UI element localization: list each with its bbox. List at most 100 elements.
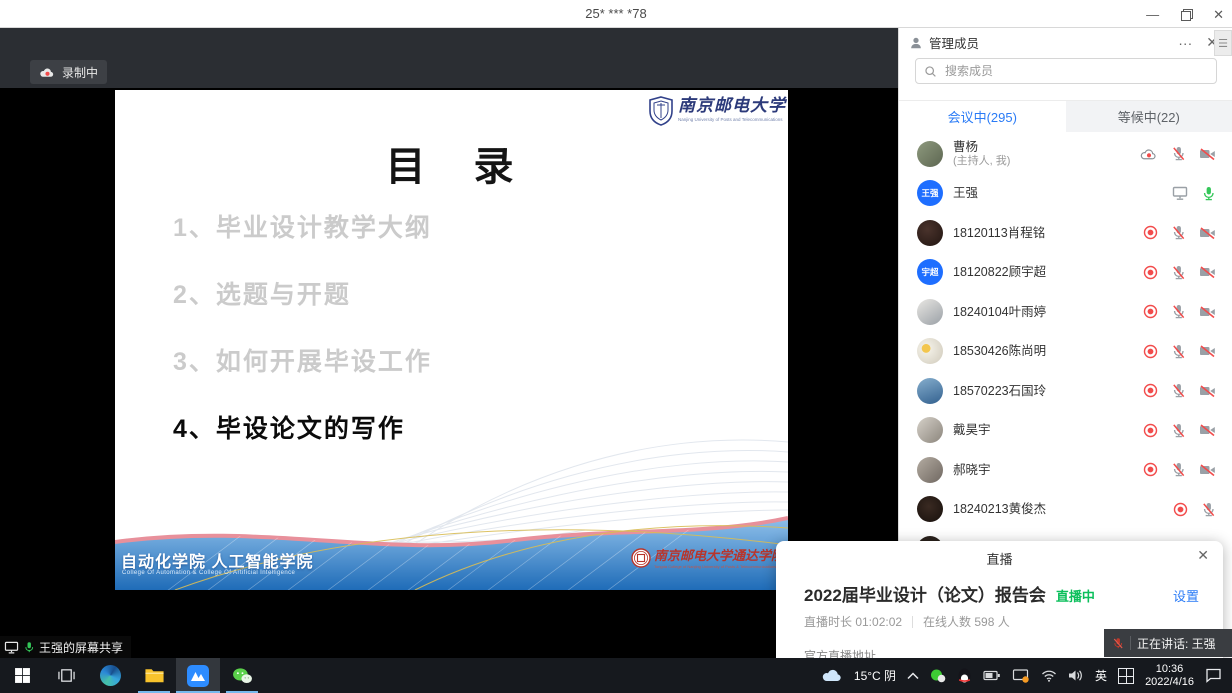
wifi-icon[interactable] <box>1041 670 1057 682</box>
member-row[interactable]: 宇超18120822顾宇超 <box>899 253 1232 293</box>
university-logo: 南京邮电大学 Nanjing University of Posts and T… <box>648 96 786 126</box>
mic-on-icon <box>23 641 35 654</box>
language-indicator[interactable]: 英 <box>1095 667 1107 684</box>
ime-icon[interactable] <box>1118 668 1134 684</box>
member-search-box[interactable] <box>915 58 1217 84</box>
member-name: 18530426陈尚明 <box>953 344 1143 358</box>
member-row[interactable]: 戴昊宇 <box>899 411 1232 451</box>
member-row[interactable]: 郝晓宇 <box>899 450 1232 490</box>
avatar <box>917 141 943 167</box>
member-name: 18120822顾宇超 <box>953 265 1143 279</box>
mic-muted-icon <box>1171 265 1186 280</box>
live-close-icon[interactable]: ✕ <box>1197 547 1209 564</box>
member-row[interactable]: 18530426陈尚明 <box>899 332 1232 372</box>
windows-start-icon <box>14 667 31 684</box>
panel-handle-icon[interactable]: ☰ <box>1214 30 1232 56</box>
avatar <box>917 457 943 483</box>
slide-title: 目 录 <box>115 134 788 192</box>
university-name-cn: 南京邮电大学 <box>678 96 786 116</box>
member-status-icons <box>1143 383 1216 398</box>
camera-muted-icon <box>1199 423 1216 437</box>
tab-in-meeting[interactable]: 会议中(295) <box>899 101 1066 132</box>
cast-icon[interactable] <box>1012 668 1030 683</box>
member-row[interactable]: 18240213黄俊杰 <box>899 490 1232 530</box>
member-name: 郝晓宇 <box>953 463 1143 477</box>
record-icon <box>1143 225 1158 240</box>
record-icon <box>1143 304 1158 319</box>
member-search-input[interactable] <box>943 63 1208 79</box>
live-panel-title: 直播 <box>776 549 1223 568</box>
tab-waiting[interactable]: 等候中(22) <box>1066 101 1232 132</box>
mic-muted-icon <box>1201 502 1216 517</box>
restore-icon[interactable] <box>1181 9 1191 19</box>
wechat-button[interactable] <box>220 658 264 693</box>
slide-item-text: 如何开展毕设工作 <box>216 348 432 376</box>
university-shield-icon <box>648 96 674 126</box>
slide-item: 3、如何开展毕设工作 <box>173 342 432 409</box>
screen-share-icon <box>1172 186 1188 201</box>
recording-badge-label: 录制中 <box>62 64 98 81</box>
file-explorer-button[interactable] <box>132 658 176 693</box>
action-center-icon[interactable] <box>1205 668 1222 683</box>
more-icon[interactable]: ··· <box>1174 35 1196 51</box>
avatar: 王强 <box>917 180 943 206</box>
qq-tray-icon[interactable] <box>957 668 972 684</box>
camera-muted-icon <box>1199 147 1216 161</box>
member-status-icons <box>1143 304 1216 319</box>
battery-icon[interactable] <box>983 669 1001 682</box>
meeting-app-icon <box>187 665 209 687</box>
taskbar-clock[interactable]: 10:36 2022/4/16 <box>1145 663 1194 689</box>
tray-chevron-icon[interactable] <box>907 672 919 680</box>
slide-item-number: 1、 <box>173 214 216 242</box>
member-status-icons <box>1172 186 1216 201</box>
slide-item-number: 2、 <box>173 281 216 309</box>
member-name: 王强 <box>953 186 1172 200</box>
member-row[interactable]: 王强王强 <box>899 174 1232 214</box>
member-row[interactable]: 曹杨(主持人, 我) <box>899 134 1232 174</box>
live-viewers: 在线人数 598 人 <box>923 613 1010 630</box>
members-panel-title: 管理成员 <box>929 33 979 52</box>
member-row[interactable]: 18240104叶雨婷 <box>899 292 1232 332</box>
divider <box>912 616 913 628</box>
meeting-app-button[interactable] <box>176 658 220 693</box>
member-name: 18240104叶雨婷 <box>953 305 1143 319</box>
member-row[interactable]: 18570223石国玲 <box>899 371 1232 411</box>
college-seal-icon <box>631 548 651 568</box>
recording-badge[interactable]: 录制中 <box>30 60 107 84</box>
volume-icon[interactable] <box>1068 669 1084 682</box>
close-icon[interactable]: ✕ <box>1213 8 1224 21</box>
member-status-icons <box>1173 502 1216 517</box>
mic-muted-icon <box>1171 423 1186 438</box>
camera-muted-icon <box>1199 265 1216 279</box>
minimize-icon[interactable]: — <box>1146 8 1159 21</box>
speaking-toast: 正在讲话: 王强 <box>1104 629 1232 657</box>
member-status-icons <box>1143 423 1216 438</box>
weather-cloud-icon[interactable] <box>821 668 843 683</box>
avatar <box>917 220 943 246</box>
taskbar: 15°C 阴 <box>0 658 1232 693</box>
slide-item: 4、毕设论文的写作 <box>173 409 432 476</box>
member-row[interactable]: 18120113肖程铭 <box>899 213 1232 253</box>
slide-footer-en: College Of Automation & College Of Artif… <box>122 570 295 576</box>
slide-footer-cn: 自动化学院 人工智能学院 <box>121 548 313 572</box>
member-name: 戴昊宇 <box>953 423 1143 437</box>
camera-muted-icon <box>1199 344 1216 358</box>
university-name-en: Nanjing University of Posts and Telecomm… <box>678 117 786 122</box>
record-icon <box>1173 502 1188 517</box>
window-title: 25* *** *78 <box>0 6 1232 21</box>
camera-muted-icon <box>1199 463 1216 477</box>
wechat-tray-icon[interactable] <box>930 668 946 684</box>
college-name-cn: 南京邮电大学通达学院 <box>654 548 784 564</box>
monitor-icon <box>4 641 19 654</box>
avatar <box>917 496 943 522</box>
task-view-button[interactable] <box>44 658 88 693</box>
weather-label[interactable]: 15°C 阴 <box>854 667 896 684</box>
start-button[interactable] <box>0 658 44 693</box>
screen-share-toast: 王强的屏幕共享 <box>0 636 131 658</box>
mic-muted-icon <box>1112 637 1124 650</box>
mic-on-icon <box>1201 186 1216 201</box>
college-name-en: Tongda College of Nanjing University of … <box>654 564 784 569</box>
edge-browser-button[interactable] <box>88 658 132 693</box>
live-settings-link[interactable]: 设置 <box>1173 586 1199 605</box>
slide-item-number: 4、 <box>173 415 216 443</box>
